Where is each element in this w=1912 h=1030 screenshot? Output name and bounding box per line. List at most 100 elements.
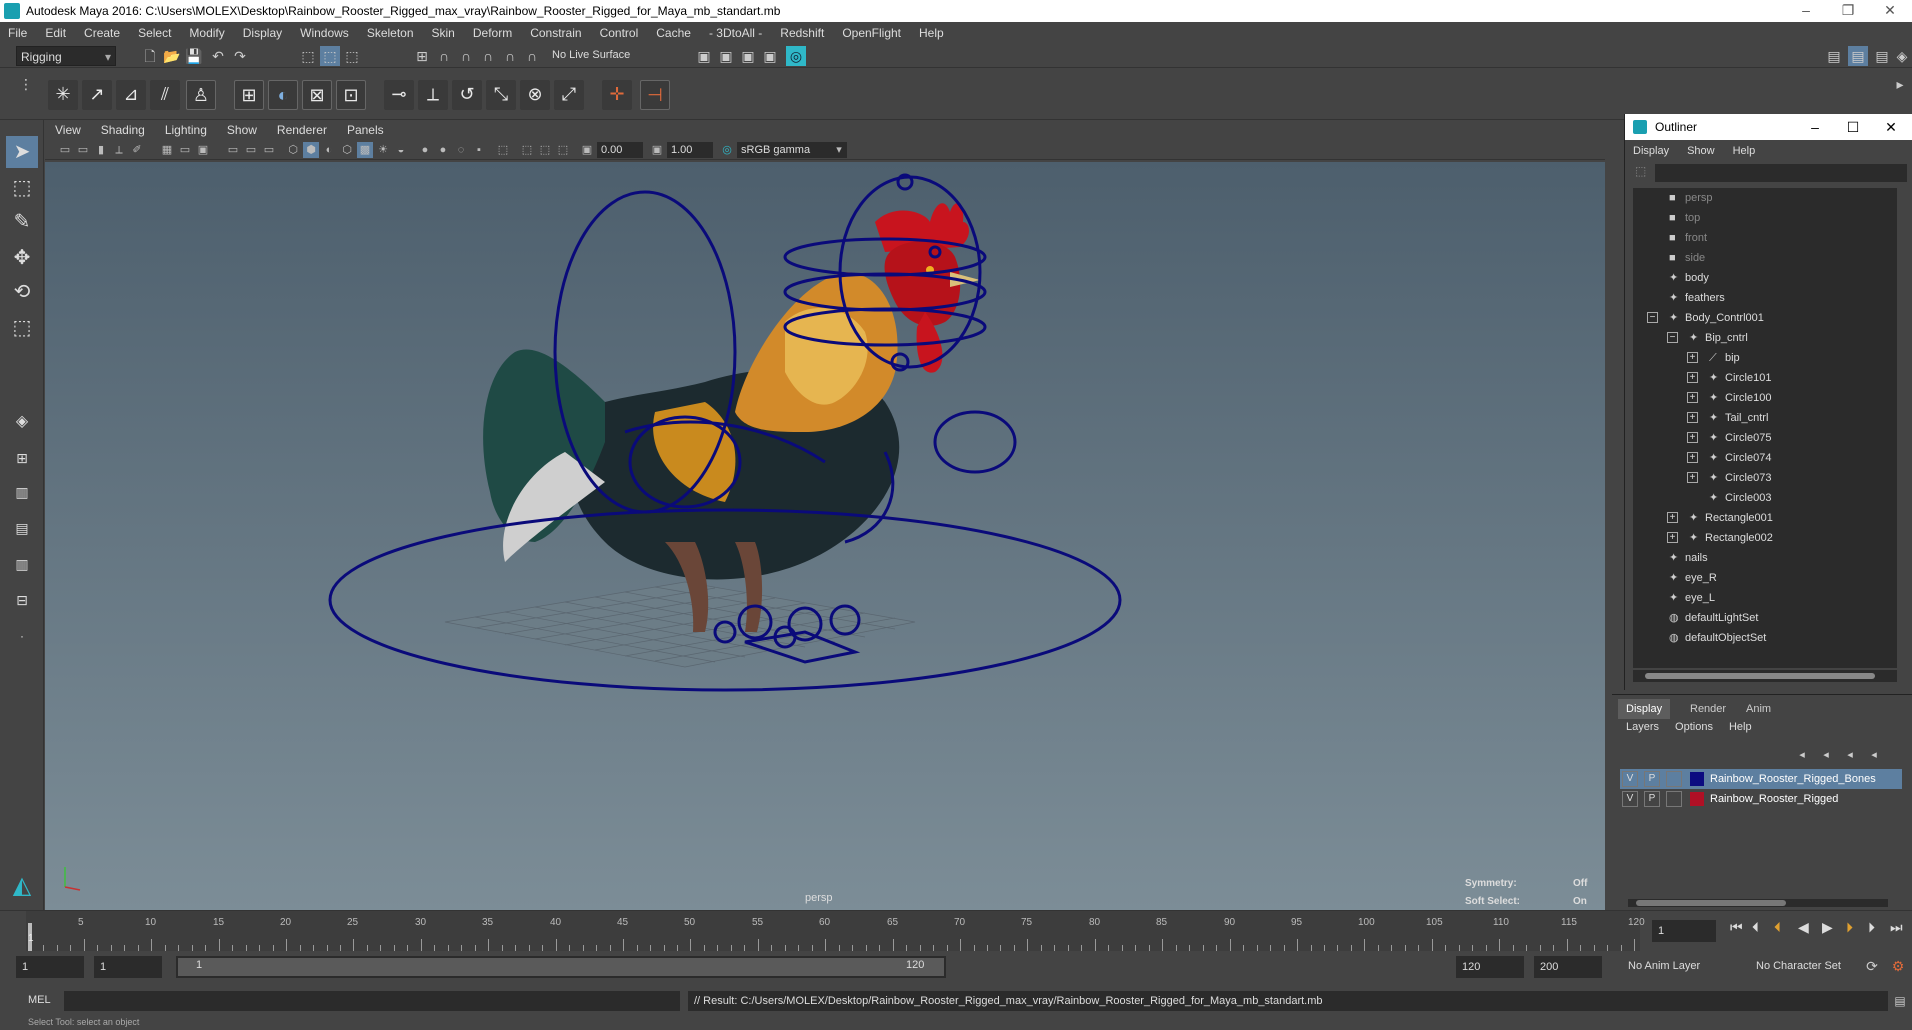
go-to-start-icon[interactable]: ⏮	[1730, 919, 1743, 936]
command-input[interactable]	[64, 991, 680, 1011]
tab-render[interactable]: Render	[1682, 699, 1734, 719]
menu-3dtoall[interactable]: - 3DtoAll -	[709, 26, 762, 40]
make-live-icon[interactable]: ∩	[522, 46, 542, 66]
exposure-icon[interactable]: ▣	[579, 142, 595, 158]
expand-icon[interactable]: +	[1687, 452, 1698, 463]
aim-constraint-icon[interactable]: ⊗	[520, 80, 550, 110]
menu-edit[interactable]: Edit	[45, 26, 66, 40]
outliner-item[interactable]: + ✦ Rectangle001	[1633, 508, 1897, 528]
xray-joints-icon[interactable]: ⬚	[537, 142, 553, 158]
select-tool-icon[interactable]: ➤	[6, 136, 38, 168]
ik-spline-icon[interactable]: ⫽	[150, 80, 180, 110]
smooth-shade-icon[interactable]: ⬢	[303, 142, 319, 158]
range-handle[interactable]	[178, 958, 944, 976]
insert-joint-icon[interactable]: ↗	[82, 80, 112, 110]
attribute-editor-toggle-icon[interactable]: ▤	[1848, 46, 1868, 66]
character-set-dropdown[interactable]: No Character Set	[1756, 960, 1841, 972]
layer-color-swatch[interactable]	[1690, 772, 1704, 786]
layer-visibility-toggle[interactable]: V	[1622, 791, 1638, 807]
tool-settings-toggle-icon[interactable]: ▤	[1872, 46, 1892, 66]
outliner-close-icon[interactable]: ✕	[1871, 114, 1911, 140]
outliner-item[interactable]: ✦ feathers	[1633, 288, 1897, 308]
outliner-item[interactable]: ✦ eye_R	[1633, 568, 1897, 588]
outliner-item[interactable]: + ⟋ bip	[1633, 348, 1897, 368]
outliner-item[interactable]: ◍ defaultObjectSet	[1633, 628, 1897, 648]
screen-space-ao-icon[interactable]: ●	[417, 142, 433, 158]
snap-curve-icon[interactable]: ∩	[434, 46, 454, 66]
locator-icon[interactable]: ✛	[602, 80, 632, 110]
start-time-field[interactable]: 1	[16, 956, 84, 978]
outliner-item[interactable]: + ✦ Circle100	[1633, 388, 1897, 408]
layer-row[interactable]: V P Rainbow_Rooster_Rigged	[1620, 789, 1902, 809]
outliner-item[interactable]: ■ top	[1633, 208, 1897, 228]
menu-modify[interactable]: Modify	[189, 26, 224, 40]
wireframe-on-shaded-icon[interactable]: ⬡	[339, 142, 355, 158]
go-to-end-icon[interactable]: ⏭	[1890, 919, 1903, 936]
current-frame-field[interactable]: 1	[1652, 920, 1716, 942]
preferences-icon[interactable]: ⚙	[1888, 956, 1908, 976]
outliner-minimize-icon[interactable]: –	[1795, 114, 1835, 140]
outliner-item[interactable]: ✦ Circle003	[1633, 488, 1897, 508]
step-forward-icon[interactable]: ⏵	[1868, 919, 1875, 936]
menu-create[interactable]: Create	[84, 26, 120, 40]
panel-menu-shading[interactable]: Shading	[101, 123, 145, 137]
gamma-field[interactable]: 1.00	[667, 142, 713, 158]
outliner-item[interactable]: + ✦ Circle075	[1633, 428, 1897, 448]
rotate-tool-icon[interactable]: ⟲	[6, 276, 38, 308]
expand-icon[interactable]: +	[1687, 412, 1698, 423]
tab-display[interactable]: Display	[1618, 699, 1671, 719]
collapse-icon[interactable]: −	[1667, 332, 1678, 343]
outliner-item[interactable]: ✦ body	[1633, 268, 1897, 288]
outliner-menu-display[interactable]: Display	[1633, 145, 1669, 157]
motion-blur-icon[interactable]: ●	[435, 142, 451, 158]
scale-tool-icon[interactable]: ⬚	[6, 312, 38, 344]
perspective-viewport[interactable]: persp Symmetry: Off Soft Select: On	[45, 162, 1605, 910]
lasso-tool-icon[interactable]: ⬚	[6, 172, 38, 204]
step-forward-key-icon[interactable]: ⏵	[1846, 919, 1853, 936]
outliner-item[interactable]: + ✦ Circle074	[1633, 448, 1897, 468]
snap-view-icon[interactable]: ∩	[478, 46, 498, 66]
textured-icon[interactable]: ▩	[357, 142, 373, 158]
cluster-icon[interactable]: ⊡	[336, 80, 366, 110]
tab-anim[interactable]: Anim	[1738, 699, 1779, 719]
anti-aliasing-icon[interactable]: ◌	[453, 142, 469, 158]
exposure-field[interactable]: 0.00	[597, 142, 643, 158]
paint-weights-icon[interactable]: ◐	[268, 80, 298, 110]
new-layer-icon[interactable]: ◂	[1840, 745, 1860, 765]
close-icon[interactable]: ✕	[1870, 0, 1910, 22]
channel-box-toggle-icon[interactable]: ▤	[1824, 46, 1844, 66]
four-view-icon[interactable]: ⊞	[6, 442, 38, 474]
expand-icon[interactable]: +	[1687, 392, 1698, 403]
layer-menu-options[interactable]: Options	[1675, 721, 1713, 733]
expand-icon[interactable]: +	[1687, 352, 1698, 363]
menu-select[interactable]: Select	[138, 26, 171, 40]
bind-skin-icon[interactable]: ⊞	[234, 80, 264, 110]
view-transform-arrow-icon[interactable]: ▾	[831, 142, 847, 158]
layer-color-swatch[interactable]	[1690, 792, 1704, 806]
hypershade-icon[interactable]: ◎	[786, 46, 806, 66]
expand-icon[interactable]: +	[1667, 532, 1678, 543]
outliner-item[interactable]: ■ persp	[1633, 188, 1897, 208]
paint-select-icon[interactable]: ✎	[6, 206, 38, 238]
outliner-item[interactable]: ✦ nails	[1633, 548, 1897, 568]
snap-grid-icon[interactable]: ⊞	[412, 46, 432, 66]
shadows-icon[interactable]: ◒	[393, 142, 409, 158]
color-management-icon[interactable]: ◎	[719, 142, 735, 158]
outliner-layout-icon[interactable]: ⊟	[6, 584, 38, 616]
menu-openflight[interactable]: OpenFlight	[842, 26, 901, 40]
safe-title-icon[interactable]: ▭	[243, 142, 259, 158]
joint-tool-icon[interactable]: ✳	[48, 80, 78, 110]
film-gate-icon[interactable]: ▭	[177, 142, 193, 158]
menu-constrain[interactable]: Constrain	[530, 26, 581, 40]
outliner-item[interactable]: ■ front	[1633, 228, 1897, 248]
field-chart-icon[interactable]: ▭	[261, 142, 277, 158]
select-object-icon[interactable]: ⬚	[320, 46, 340, 66]
new-scene-icon[interactable]: 🗋	[140, 46, 160, 66]
restore-icon[interactable]: ❐	[1828, 0, 1868, 22]
outliner-filter-icon[interactable]: ⬚	[1635, 164, 1646, 178]
menu-windows[interactable]: Windows	[300, 26, 349, 40]
shelf-menu-icon[interactable]: ▸	[1890, 74, 1910, 94]
outliner-tree[interactable]: ■ persp ■ top ■ front ■ side ✦ body ✦ feathers − ✦ Bod…	[1633, 188, 1897, 668]
anim-layer-dropdown[interactable]: No Anim Layer	[1628, 960, 1700, 972]
snap-surface-icon[interactable]: ∩	[500, 46, 520, 66]
